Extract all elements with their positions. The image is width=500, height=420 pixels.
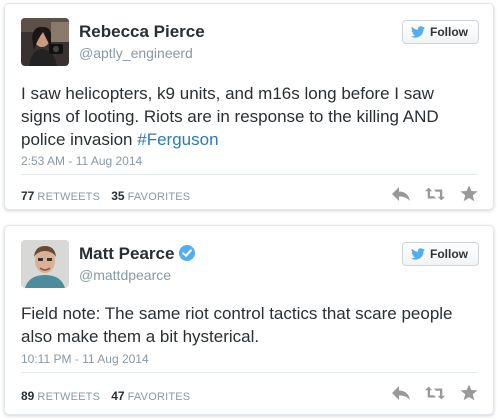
follow-label: Follow — [430, 25, 468, 39]
user-name[interactable]: Rebecca Pierce — [79, 22, 205, 42]
tweet-stats: 77 RETWEETS 35 FAVORITES — [21, 189, 198, 203]
reply-icon[interactable] — [391, 384, 411, 402]
tweet-card: Matt Pearce @mattdpearce Follow Field no… — [4, 225, 494, 415]
tweet-actions — [391, 384, 479, 402]
tweet-timestamp[interactable]: 2:53 AM - 11 Aug 2014 — [21, 154, 142, 168]
user-name-text: Matt Pearce — [79, 244, 175, 263]
retweet-icon[interactable] — [425, 384, 445, 402]
follow-button[interactable]: Follow — [402, 20, 479, 44]
avatar[interactable] — [21, 240, 69, 288]
star-icon[interactable] — [459, 185, 479, 203]
tweet-text: Field note: The same riot control tactic… — [21, 302, 477, 348]
favorite-label: FAVORITES — [127, 391, 191, 403]
retweet-count[interactable]: 89 — [21, 389, 34, 403]
hashtag-link[interactable]: #Ferguson — [137, 130, 218, 149]
favorite-label: FAVORITES — [127, 191, 191, 203]
follow-button[interactable]: Follow — [402, 242, 479, 266]
twitter-bird-icon — [411, 26, 425, 38]
tweet-stats: 89 RETWEETS 47 FAVORITES — [21, 389, 198, 403]
verified-badge-icon — [179, 245, 196, 261]
tweet-timestamp[interactable]: 10:11 PM - 11 Aug 2014 — [21, 352, 149, 366]
retweet-label: RETWEETS — [37, 391, 101, 403]
divider — [21, 174, 477, 175]
tweet-body: Field note: The same riot control tactic… — [21, 304, 453, 346]
follow-label: Follow — [430, 247, 468, 261]
favorite-count[interactable]: 47 — [111, 389, 124, 403]
tweet-actions — [391, 185, 479, 203]
star-icon[interactable] — [459, 384, 479, 402]
user-name[interactable]: Matt Pearce — [79, 244, 196, 264]
avatar[interactable] — [21, 18, 69, 66]
tweet-card: Rebecca Pierce @aptly_engineerd Follow I… — [4, 3, 494, 210]
tweet-body: I saw helicopters, k9 units, and m16s lo… — [21, 84, 439, 149]
user-handle[interactable]: @aptly_engineerd — [79, 45, 193, 61]
retweet-icon[interactable] — [425, 185, 445, 203]
favorite-count[interactable]: 35 — [111, 189, 124, 203]
divider — [21, 372, 477, 373]
user-handle[interactable]: @mattdpearce — [79, 267, 171, 283]
reply-icon[interactable] — [391, 185, 411, 203]
retweet-count[interactable]: 77 — [21, 189, 34, 203]
tweet-text: I saw helicopters, k9 units, and m16s lo… — [21, 82, 477, 151]
twitter-bird-icon — [411, 248, 425, 260]
retweet-label: RETWEETS — [37, 191, 101, 203]
